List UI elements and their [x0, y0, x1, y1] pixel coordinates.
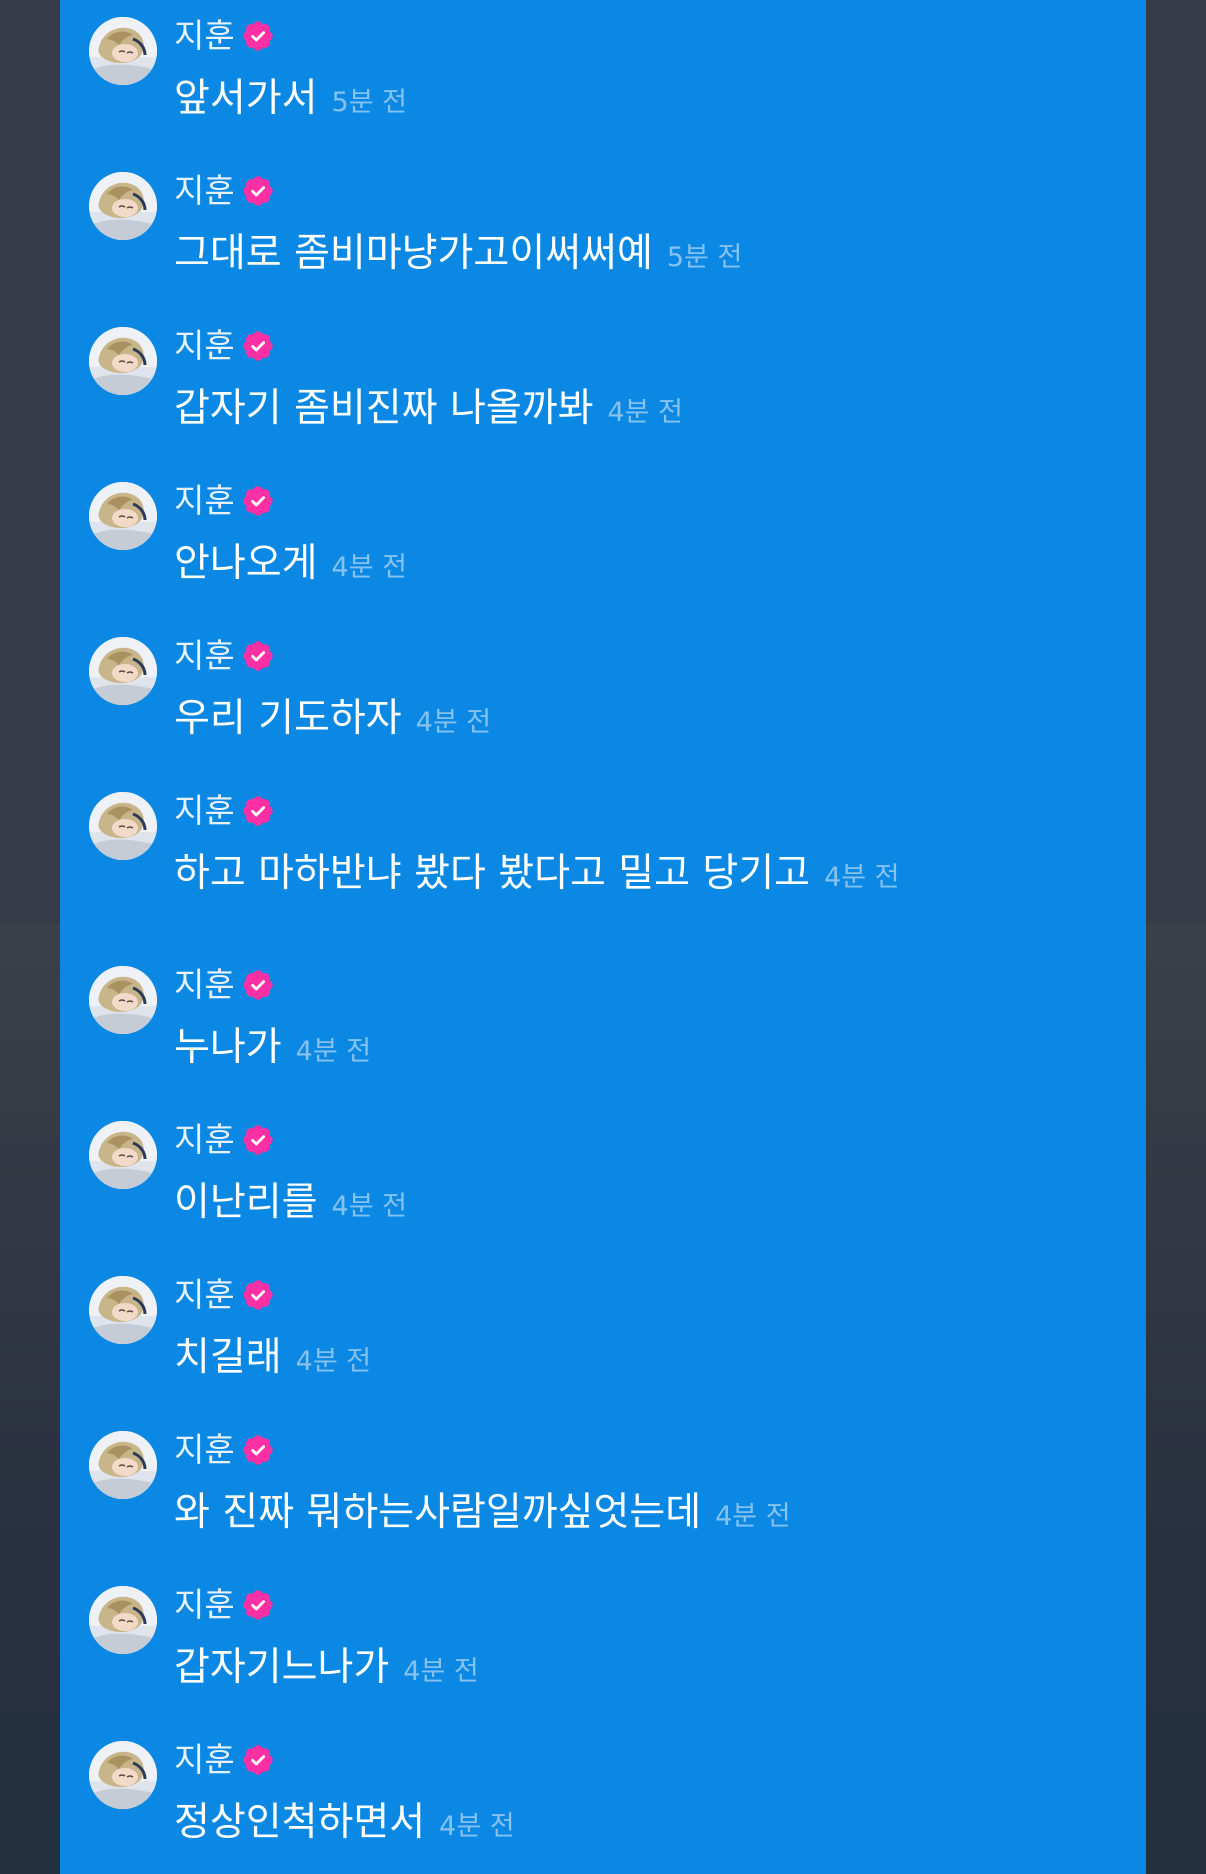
- avatar[interactable]: [89, 172, 157, 240]
- sender-name: 지훈: [174, 171, 235, 210]
- verified-check-icon: [243, 641, 273, 671]
- verified-check-icon: [243, 1125, 273, 1155]
- sender-name: 지훈: [174, 326, 235, 365]
- chat-message: 지훈 우리 기도하자 4분 전: [89, 620, 1129, 760]
- avatar[interactable]: [89, 1586, 157, 1654]
- sender-name: 지훈: [174, 1275, 235, 1314]
- message-text: 우리 기도하자: [174, 696, 402, 741]
- chat-message: 지훈 치길래 4분 전: [89, 1259, 1129, 1399]
- message-time: 5분 전: [331, 87, 407, 118]
- message-text: 와 진짜 뭐하는사람일까싶엇는데: [174, 1490, 702, 1535]
- message-text: 안나오게: [174, 541, 318, 586]
- chat-panel[interactable]: 지훈 앞서가서 5분 전 지훈 그대로 좀비마냥가고이써써예 5분 전 지훈 갑…: [60, 0, 1146, 1874]
- sender-name: 지훈: [174, 1740, 235, 1779]
- avatar[interactable]: [89, 1121, 157, 1189]
- message-time: 5분 전: [666, 242, 743, 273]
- verified-check-icon: [243, 970, 273, 1000]
- avatar[interactable]: [89, 1276, 157, 1344]
- chat-message: 지훈 와 진짜 뭐하는사람일까싶엇는데 4분 전: [89, 1414, 1129, 1554]
- verified-check-icon: [243, 331, 273, 361]
- sender-name: 지훈: [174, 481, 235, 520]
- verified-check-icon: [243, 1280, 273, 1310]
- message-text: 그대로 좀비마냥가고이써써예: [174, 231, 653, 276]
- message-time: 4분 전: [403, 1656, 479, 1687]
- avatar[interactable]: [89, 1431, 157, 1499]
- chat-message: 지훈 이난리를 4분 전: [89, 1104, 1129, 1244]
- sender-name: 지훈: [174, 791, 235, 830]
- message-text: 이난리를: [174, 1180, 318, 1225]
- chat-message: 지훈 그대로 좀비마냥가고이써써예 5분 전: [89, 155, 1129, 295]
- verified-check-icon: [243, 486, 273, 516]
- message-text: 치길래: [174, 1335, 282, 1380]
- verified-check-icon: [243, 21, 273, 51]
- message-text: 앞서가서: [174, 76, 318, 121]
- avatar[interactable]: [89, 966, 157, 1034]
- sender-name: 지훈: [174, 16, 235, 55]
- message-time: 4분 전: [331, 1191, 407, 1222]
- message-time: 4분 전: [415, 707, 492, 738]
- chat-message: 지훈 안나오게 4분 전: [89, 465, 1129, 605]
- message-time: 4분 전: [824, 862, 900, 893]
- sender-name: 지훈: [174, 1120, 235, 1159]
- verified-check-icon: [243, 1590, 273, 1620]
- message-time: 4분 전: [439, 1811, 515, 1842]
- chat-message: 지훈 정상인척하면서 4분 전: [89, 1724, 1129, 1864]
- chat-message: 지훈 갑자기느나가 4분 전: [89, 1569, 1129, 1709]
- verified-check-icon: [243, 1745, 273, 1775]
- avatar[interactable]: [89, 637, 157, 705]
- message-text: 정상인척하면서: [174, 1800, 426, 1845]
- message-text: 갑자기 좀비진짜 나올까봐: [174, 386, 594, 431]
- message-time: 4분 전: [607, 397, 683, 428]
- chat-message: 지훈 갑자기 좀비진짜 나올까봐 4분 전: [89, 310, 1129, 450]
- message-time: 4분 전: [295, 1346, 372, 1377]
- verified-check-icon: [243, 176, 273, 206]
- sender-name: 지훈: [174, 636, 235, 675]
- chat-message: 지훈 하고 마하반냐 봤다 봤다고 밀고 당기고 4분 전: [89, 775, 1129, 915]
- avatar[interactable]: [89, 482, 157, 550]
- message-text: 하고 마하반냐 봤다 봤다고 밀고 당기고: [174, 851, 811, 896]
- avatar[interactable]: [89, 327, 157, 395]
- message-time: 4분 전: [331, 552, 407, 583]
- message-text: 갑자기느나가: [174, 1645, 390, 1690]
- message-time: 4분 전: [295, 1036, 372, 1067]
- message-text: 누나가: [174, 1025, 282, 1070]
- avatar[interactable]: [89, 17, 157, 85]
- avatar[interactable]: [89, 1741, 157, 1809]
- verified-check-icon: [243, 796, 273, 826]
- avatar[interactable]: [89, 792, 157, 860]
- sender-name: 지훈: [174, 1585, 235, 1624]
- chat-message: 지훈 누나가 4분 전: [89, 949, 1129, 1089]
- verified-check-icon: [243, 1435, 273, 1465]
- sender-name: 지훈: [174, 1430, 235, 1469]
- sender-name: 지훈: [174, 965, 235, 1004]
- chat-message: 지훈 앞서가서 5분 전: [89, 0, 1129, 140]
- message-time: 4분 전: [715, 1501, 791, 1532]
